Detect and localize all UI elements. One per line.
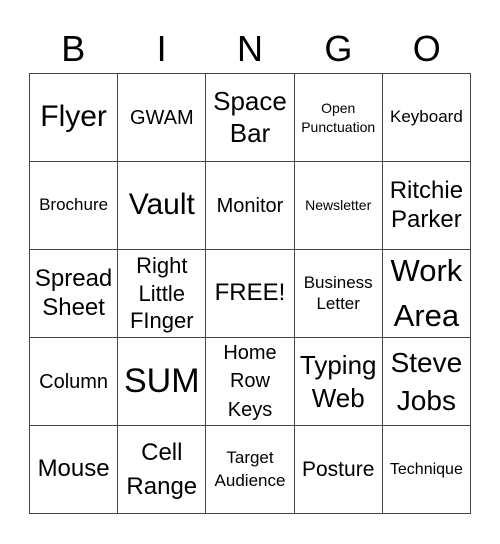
cell-text: Open Punctuation	[301, 99, 376, 135]
cell-text: Brochure	[39, 195, 109, 215]
cell-text: Target Audience	[214, 447, 286, 490]
cell-text: Typing Web	[299, 350, 377, 413]
bingo-cell[interactable]: SUM	[118, 338, 207, 426]
header-letter-i: I	[156, 28, 167, 69]
bingo-cell[interactable]: Work Area	[382, 250, 471, 338]
bingo-cell[interactable]: Target Audience	[206, 426, 295, 514]
bingo-cell[interactable]: Mouse	[30, 426, 119, 514]
header-letter-o: O	[412, 28, 441, 69]
cell-text: Work Area	[390, 253, 463, 333]
bingo-cell[interactable]: Space Bar	[206, 74, 295, 162]
bingo-cell[interactable]: Business Letter	[294, 250, 383, 338]
bingo-cell[interactable]: GWAM	[118, 74, 207, 162]
cell-text: Cell Range	[126, 438, 198, 500]
bingo-cell[interactable]: Steve Jobs	[382, 338, 471, 426]
bingo-cell[interactable]: Home Row Keys	[206, 338, 295, 426]
bingo-cell[interactable]: Ritchie Parker	[382, 162, 471, 250]
bingo-cell[interactable]: Right Little FInger	[118, 250, 207, 338]
bingo-cell[interactable]: Typing Web	[294, 338, 383, 426]
bingo-cell[interactable]: Open Punctuation	[294, 74, 383, 162]
bingo-cell[interactable]: Flyer	[30, 74, 119, 162]
cell-text: Technique	[389, 460, 463, 478]
cell-text: Monitor	[216, 194, 284, 217]
cell-text: Vault	[128, 188, 195, 222]
bingo-cell[interactable]: Cell Range	[118, 426, 207, 514]
bingo-cell[interactable]: Column	[30, 338, 119, 426]
cell-text: Right Little FInger	[129, 252, 194, 334]
cell-text: Posture	[302, 457, 375, 481]
bingo-cell[interactable]: Newsletter	[294, 162, 383, 250]
bingo-cell[interactable]: Vault	[118, 162, 207, 250]
header-letter-b: B	[61, 28, 86, 69]
bingo-header: B I N G O	[29, 24, 471, 74]
cell-text: Flyer	[40, 100, 107, 134]
cell-text: Home Row Keys	[223, 341, 277, 421]
header-letter-g: G	[324, 28, 353, 69]
bingo-cell[interactable]: Technique	[382, 426, 471, 514]
free-space[interactable]: FREE!	[206, 250, 295, 338]
bingo-cell[interactable]: Spread Sheet	[30, 250, 119, 338]
cell-text: Mouse	[37, 455, 110, 483]
cell-text: Spread Sheet	[34, 264, 113, 321]
cell-text: Keyboard	[390, 107, 463, 127]
cell-text: Space Bar	[213, 86, 287, 148]
bingo-cell[interactable]: Posture	[294, 426, 383, 514]
bingo-cell[interactable]: Brochure	[30, 162, 119, 250]
cell-text: SUM	[124, 361, 200, 400]
bingo-cell[interactable]: Monitor	[206, 162, 295, 250]
cell-text: Business Letter	[303, 273, 373, 313]
cell-text: Ritchie Parker	[389, 176, 464, 233]
cell-text: Column	[39, 370, 109, 393]
free-space-text: FREE!	[214, 279, 286, 307]
cell-text: Steve Jobs	[390, 346, 463, 416]
header-letter-n: N	[236, 28, 263, 69]
bingo-cell[interactable]: Keyboard	[382, 74, 471, 162]
cell-text: GWAM	[129, 106, 194, 129]
bingo-card: Flyer GWAM Space Bar Open Punctuation Ke…	[29, 73, 471, 514]
cell-text: Newsletter	[305, 197, 372, 214]
